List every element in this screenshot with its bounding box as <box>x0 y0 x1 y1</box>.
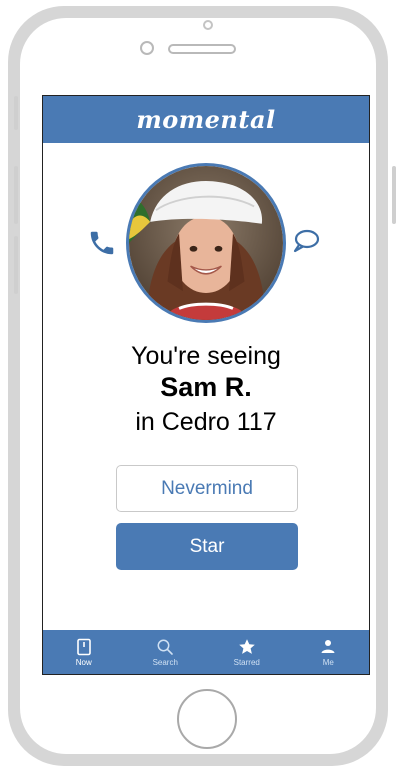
front-camera <box>140 41 154 55</box>
tab-me-label: Me <box>322 657 334 667</box>
top-sensor <box>203 20 213 30</box>
tab-starred[interactable]: Starred <box>206 630 288 674</box>
side-button-volume-up <box>14 166 18 224</box>
app-screen: momental You're seeing Sam R. in Cedro 1… <box>42 95 370 675</box>
tab-search-label: Search <box>152 657 178 667</box>
seeing-label: You're seeing <box>131 342 281 370</box>
person-icon <box>321 639 335 653</box>
star-button[interactable]: Star <box>116 523 298 570</box>
chat-bubble-icon[interactable] <box>291 228 321 254</box>
app-header: momental <box>43 96 369 143</box>
search-icon <box>157 639 174 655</box>
tab-search[interactable]: Search <box>125 630 207 674</box>
tab-now-label: Now <box>75 657 92 667</box>
star-icon <box>238 638 255 654</box>
contact-location: in Cedro 117 <box>135 408 277 436</box>
avatar-photo <box>129 166 283 320</box>
side-button-volume-down <box>14 236 18 294</box>
earpiece-speaker <box>168 44 236 54</box>
now-icon <box>76 638 91 655</box>
tab-me[interactable]: Me <box>288 630 370 674</box>
tab-starred-label: Starred <box>233 657 260 667</box>
side-button-power <box>392 166 396 224</box>
contact-name: Sam R. <box>160 372 252 402</box>
home-button[interactable] <box>177 689 237 749</box>
nevermind-button[interactable]: Nevermind <box>116 465 298 512</box>
app-title: momental <box>136 105 276 134</box>
phone-icon[interactable] <box>87 228 117 258</box>
contact-avatar <box>126 163 286 323</box>
side-button-mute <box>14 96 18 130</box>
tab-now[interactable]: Now <box>43 630 125 674</box>
tab-bar: Now Search Starred Me <box>43 630 369 674</box>
